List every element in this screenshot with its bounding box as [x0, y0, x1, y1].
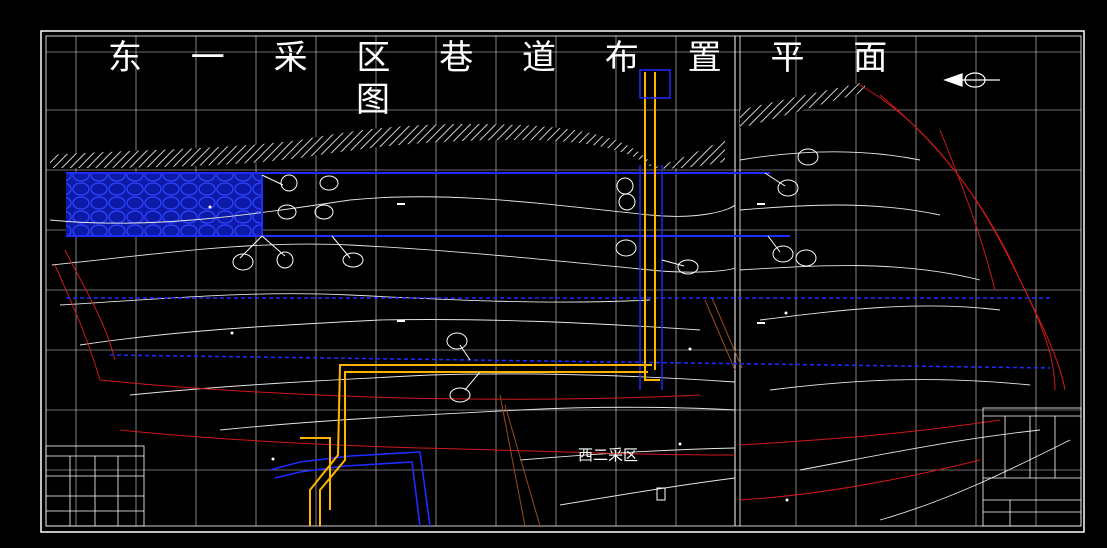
- boundary-lines: [54, 84, 1066, 501]
- survey-markers: [208, 203, 789, 502]
- equipment-symbol-icon: [616, 177, 634, 195]
- equipment-symbol-icon: [797, 148, 819, 166]
- equipment-symbol-icon: [342, 252, 364, 268]
- legend-table: [45, 445, 145, 527]
- equipment-symbol-icon: [618, 193, 636, 211]
- equipment-symbol-icon: [446, 332, 468, 350]
- equipment-symbol-icon: [615, 239, 637, 257]
- west-zone-outline: [269, 451, 431, 527]
- equipment-symbol-icon: [449, 387, 471, 403]
- fault-lines: [499, 297, 743, 527]
- outcrop-band: [50, 82, 865, 169]
- equipment-symbol-icon: [795, 249, 817, 267]
- goaf-area: [66, 172, 262, 236]
- equipment-symbol-icon: [276, 251, 294, 269]
- title-block: [982, 407, 1082, 527]
- equipment-symbol-icon: [277, 204, 297, 220]
- equipment-symbol-icon: [772, 245, 794, 263]
- equipment-symbol-icon: [319, 175, 339, 191]
- drawing-title-line2: 图: [356, 80, 409, 120]
- compass-arrow-icon: [943, 72, 1000, 88]
- coordinate-grid: [46, 36, 1081, 526]
- equipment-symbol-icon: [232, 253, 254, 271]
- equipment-symbol-icon: [314, 204, 334, 220]
- equipment-symbol-icon: [777, 179, 799, 197]
- zone-label-west-two: 西二采区: [578, 446, 639, 464]
- mine-drawing-canvas: [40, 30, 1085, 533]
- equipment-symbol-icon: [280, 174, 298, 192]
- drawing-title-line1: 东 一 采 区 巷 道 布 置 平 面: [108, 38, 907, 78]
